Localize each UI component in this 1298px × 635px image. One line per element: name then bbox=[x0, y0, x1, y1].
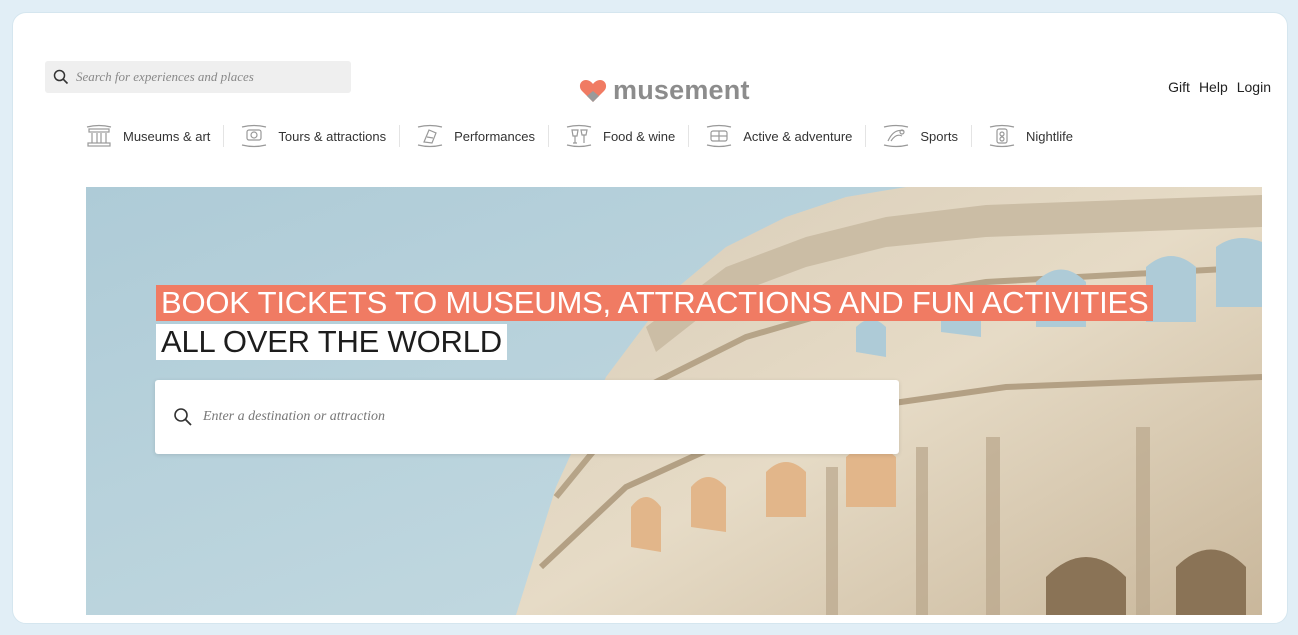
header-links: Gift Help Login bbox=[1168, 79, 1271, 95]
category-label: Tours & attractions bbox=[278, 128, 387, 144]
header-search-bar[interactable]: Search for experiences and places bbox=[45, 61, 351, 93]
tours-icon bbox=[242, 124, 267, 148]
category-label: Performances bbox=[454, 128, 535, 144]
destination-search-input[interactable]: Enter a destination or attraction bbox=[155, 380, 899, 454]
heart-logo-icon bbox=[579, 79, 607, 102]
museum-icon bbox=[86, 124, 112, 147]
category-museums-art[interactable]: Museums & art bbox=[83, 124, 223, 148]
divider bbox=[399, 125, 401, 147]
header-search-placeholder: Search for experiences and places bbox=[76, 69, 254, 84]
nightlife-icon bbox=[989, 124, 1015, 148]
logo-wordmark: musement bbox=[613, 75, 750, 105]
divider bbox=[865, 125, 867, 147]
sports-icon bbox=[884, 124, 909, 148]
gift-link[interactable]: Gift bbox=[1168, 79, 1190, 95]
divider bbox=[548, 125, 549, 147]
category-sports[interactable]: Sports bbox=[880, 124, 971, 148]
search-icon bbox=[53, 69, 69, 85]
divider bbox=[970, 125, 972, 147]
category-active-adventure[interactable]: Active & adventure bbox=[703, 124, 865, 148]
category-label: Active & adventure bbox=[743, 128, 853, 144]
category-nightlife[interactable]: Nightlife bbox=[986, 124, 1086, 148]
category-label: Sports bbox=[920, 128, 958, 144]
screenshot-frame: Search for experiences and places museme… bbox=[12, 12, 1288, 624]
musement-logo[interactable]: musement bbox=[579, 75, 750, 106]
search-icon bbox=[174, 408, 192, 426]
hero-headline-line2: ALL OVER THE WORLD bbox=[156, 324, 507, 360]
category-label: Nightlife bbox=[1025, 128, 1073, 144]
category-performances[interactable]: Performances bbox=[414, 124, 548, 148]
category-tours-attractions[interactable]: Tours & attractions bbox=[238, 124, 399, 148]
divider bbox=[688, 125, 690, 147]
musement-homepage: Search for experiences and places museme… bbox=[31, 31, 1283, 621]
adventure-icon bbox=[707, 124, 732, 148]
hero-banner: BOOK TICKETS TO MUSEUMS, ATTRACTIONS AND… bbox=[86, 187, 1262, 615]
destination-search-placeholder: Enter a destination or attraction bbox=[203, 409, 385, 424]
login-link[interactable]: Login bbox=[1237, 79, 1271, 95]
category-label: Museums & art bbox=[123, 128, 211, 144]
category-nav: Museums & art Tours & attractions Perfor bbox=[83, 123, 1086, 149]
category-label: Food & wine bbox=[603, 128, 676, 144]
hero-headline-line1: BOOK TICKETS TO MUSEUMS, ATTRACTIONS AND… bbox=[156, 285, 1154, 321]
help-link[interactable]: Help bbox=[1199, 79, 1228, 95]
category-food-wine[interactable]: Food & wine bbox=[563, 124, 688, 148]
divider bbox=[223, 125, 225, 147]
performances-icon bbox=[417, 124, 443, 148]
food-icon bbox=[566, 124, 592, 148]
